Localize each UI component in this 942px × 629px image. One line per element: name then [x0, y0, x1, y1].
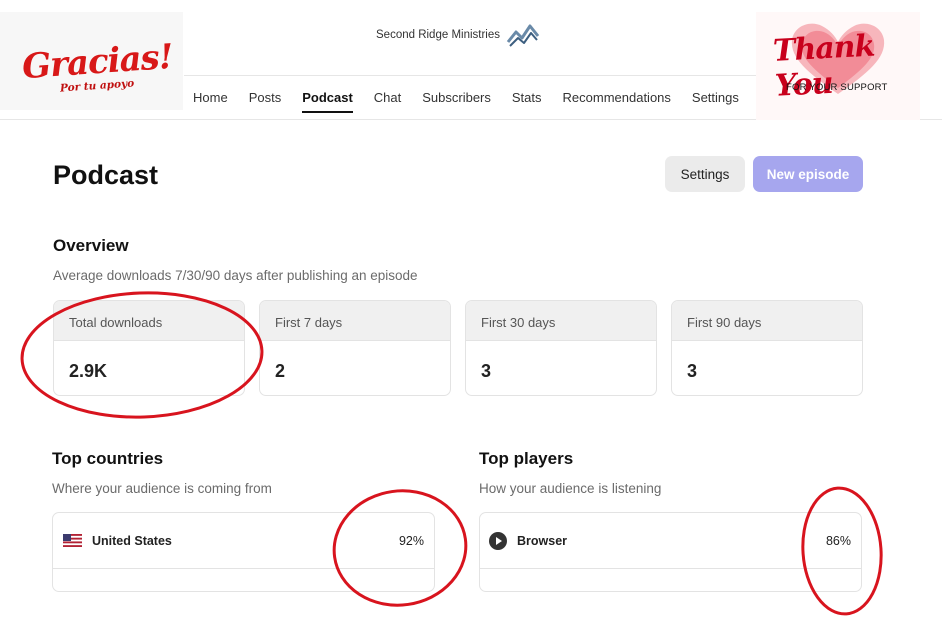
overview-subtitle: Average downloads 7/30/90 days after pub…: [53, 268, 418, 283]
main-nav: Home Posts Podcast Chat Subscribers Stat…: [193, 90, 760, 113]
nav-chat[interactable]: Chat: [374, 90, 401, 113]
stat-label: First 7 days: [260, 301, 450, 341]
stat-value: 3: [687, 361, 698, 381]
stat-card-total-downloads: Total downloads 2.9K: [53, 300, 245, 396]
header-divider: [184, 75, 756, 76]
overview-title: Overview: [53, 236, 129, 255]
nav-home[interactable]: Home: [193, 90, 228, 113]
stat-card-first-7-days: First 7 days 2: [259, 300, 451, 396]
stat-label: Total downloads: [54, 301, 244, 341]
stat-value: 2: [275, 361, 286, 381]
gracias-sticker: Gracias! Por tu apoyo: [0, 12, 183, 110]
stat-card-first-30-days: First 30 days 3: [465, 300, 657, 396]
player-percent: 86%: [825, 533, 851, 548]
top-players-list: Browser 86%: [479, 512, 862, 592]
nav-settings[interactable]: Settings: [692, 90, 739, 113]
top-players-title: Top players: [479, 449, 574, 468]
nav-recommendations[interactable]: Recommendations: [563, 90, 671, 113]
top-countries-title: Top countries: [52, 449, 164, 468]
stat-card-first-90-days: First 90 days 3: [671, 300, 863, 396]
stat-label: First 90 days: [672, 301, 862, 341]
play-icon: [489, 531, 507, 550]
thank-you-sticker: Thank You FOR YOUR SUPPORT: [756, 12, 920, 120]
player-name: Browser: [517, 533, 568, 548]
stat-label: First 30 days: [466, 301, 656, 341]
top-players-subtitle: How your audience is listening: [479, 481, 662, 496]
mountain-logo-icon: [506, 24, 540, 47]
list-item[interactable]: Browser 86%: [480, 513, 861, 569]
nav-subscribers[interactable]: Subscribers: [422, 90, 491, 113]
nav-posts[interactable]: Posts: [249, 90, 282, 113]
top-countries-list: United States 92%: [52, 512, 435, 592]
page-title: Podcast: [53, 160, 159, 190]
country-name: United States: [92, 533, 172, 548]
new-episode-button[interactable]: New episode: [753, 156, 863, 192]
top-countries-subtitle: Where your audience is coming from: [52, 481, 272, 496]
list-item[interactable]: United States 92%: [53, 513, 434, 569]
stat-value: 2.9K: [69, 361, 108, 381]
stat-value: 3: [481, 361, 492, 381]
settings-button[interactable]: Settings: [665, 156, 745, 192]
nav-podcast[interactable]: Podcast: [302, 90, 353, 113]
brand-name[interactable]: Second Ridge Ministries: [376, 29, 500, 41]
brand[interactable]: Second Ridge Ministries: [376, 18, 540, 52]
country-percent: 92%: [398, 533, 424, 548]
for-your-support-text: FOR YOUR SUPPORT: [786, 82, 888, 93]
nav-stats[interactable]: Stats: [512, 90, 542, 113]
us-flag-icon: [63, 534, 82, 547]
